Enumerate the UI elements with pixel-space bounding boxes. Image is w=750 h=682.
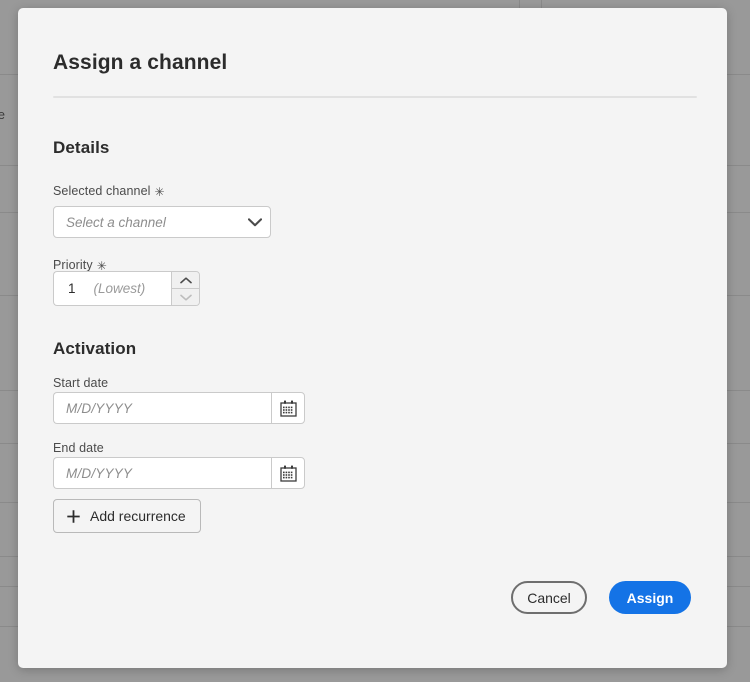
start-date-calendar-button[interactable]	[271, 392, 305, 424]
start-date-input[interactable]: M/D/YYYY	[53, 392, 271, 424]
selected-channel-picker[interactable]: Select a channel	[53, 206, 271, 238]
required-asterisk-icon: ✳	[154, 185, 165, 199]
selected-channel-label: Selected channel ✳	[53, 184, 165, 199]
start-date-field: M/D/YYYY	[53, 392, 305, 424]
end-date-placeholder: M/D/YYYY	[66, 465, 133, 481]
assign-button[interactable]: Assign	[609, 581, 691, 614]
selected-channel-placeholder: Select a channel	[66, 214, 166, 230]
section-heading-details: Details	[53, 138, 110, 157]
priority-increment-button[interactable]	[172, 272, 199, 289]
section-heading-activation: Activation	[53, 339, 137, 358]
start-date-placeholder: M/D/YYYY	[66, 400, 133, 416]
priority-stepper-buttons	[171, 271, 200, 306]
chevron-down-icon	[240, 217, 270, 227]
cancel-button[interactable]: Cancel	[511, 581, 587, 614]
add-recurrence-label: Add recurrence	[90, 508, 186, 524]
end-date-label: End date	[53, 441, 104, 455]
add-recurrence-button[interactable]: Add recurrence	[53, 499, 201, 533]
end-date-field: M/D/YYYY	[53, 457, 305, 489]
title-divider	[53, 96, 697, 98]
priority-label-text: Priority	[53, 258, 93, 272]
screen: fe Assign a channel Details Selected cha…	[0, 0, 750, 682]
end-date-calendar-button[interactable]	[271, 457, 305, 489]
priority-decrement-button[interactable]	[172, 289, 199, 305]
background-truncated-text: fe	[0, 107, 6, 122]
priority-label: Priority ✳	[53, 258, 107, 273]
priority-input[interactable]: 1 (Lowest)	[53, 271, 171, 306]
priority-stepper[interactable]: 1 (Lowest)	[53, 271, 200, 306]
calendar-icon	[279, 400, 297, 417]
end-date-input[interactable]: M/D/YYYY	[53, 457, 271, 489]
plus-icon	[66, 509, 81, 524]
priority-hint: (Lowest)	[93, 281, 146, 296]
priority-value: 1	[68, 281, 76, 296]
start-date-label: Start date	[53, 376, 109, 390]
selected-channel-label-text: Selected channel	[53, 184, 151, 198]
assign-channel-dialog: Assign a channel Details Selected channe…	[18, 8, 727, 668]
calendar-icon	[279, 465, 297, 482]
dialog-title: Assign a channel	[53, 51, 228, 74]
